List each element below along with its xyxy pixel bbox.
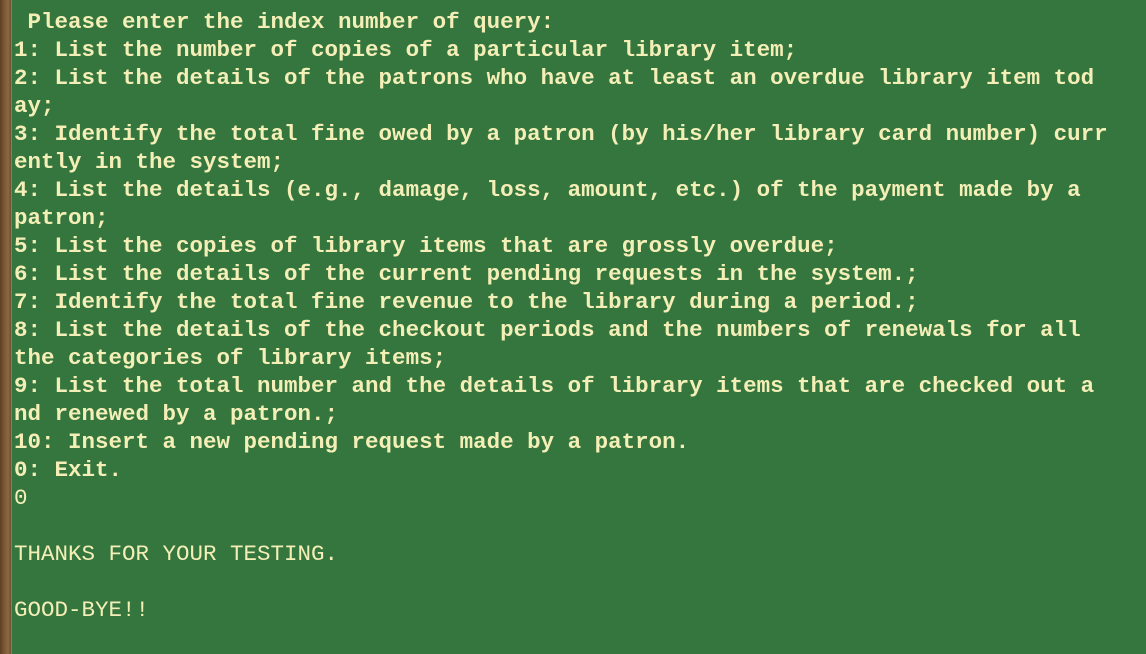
menu-option-2-wrap: ay; [14, 93, 55, 119]
menu-option-1: 1: List the number of copies of a partic… [14, 37, 798, 63]
prompt-line: Please enter the index number of query: [14, 9, 555, 35]
user-input: 0 [14, 485, 28, 511]
goodbye-message: GOOD-BYE!! [14, 597, 150, 623]
menu-option-4-wrap: patron; [14, 205, 109, 231]
menu-option-3: 3: Identify the total fine owed by a pat… [14, 121, 1108, 147]
menu-option-5: 5: List the copies of library items that… [14, 233, 838, 259]
menu-option-2: 2: List the details of the patrons who h… [14, 65, 1095, 91]
window-frame: Please enter the index number of query: … [0, 0, 1146, 654]
menu-option-exit: 0: Exit. [14, 457, 123, 483]
menu-option-9: 9: List the total number and the details… [14, 373, 1095, 399]
thanks-message: THANKS FOR YOUR TESTING. [14, 541, 339, 567]
menu-option-8: 8: List the details of the checkout peri… [14, 317, 1081, 343]
menu-option-7: 7: Identify the total fine revenue to th… [14, 289, 919, 315]
menu-option-3-wrap: ently in the system; [14, 149, 285, 175]
terminal-output[interactable]: Please enter the index number of query: … [12, 0, 1146, 654]
menu-option-9-wrap: nd renewed by a patron.; [14, 401, 339, 427]
menu-option-10: 10: Insert a new pending request made by… [14, 429, 690, 455]
menu-option-4: 4: List the details (e.g., damage, loss,… [14, 177, 1081, 203]
menu-option-8-wrap: the categories of library items; [14, 345, 447, 371]
menu-option-6: 6: List the details of the current pendi… [14, 261, 919, 287]
